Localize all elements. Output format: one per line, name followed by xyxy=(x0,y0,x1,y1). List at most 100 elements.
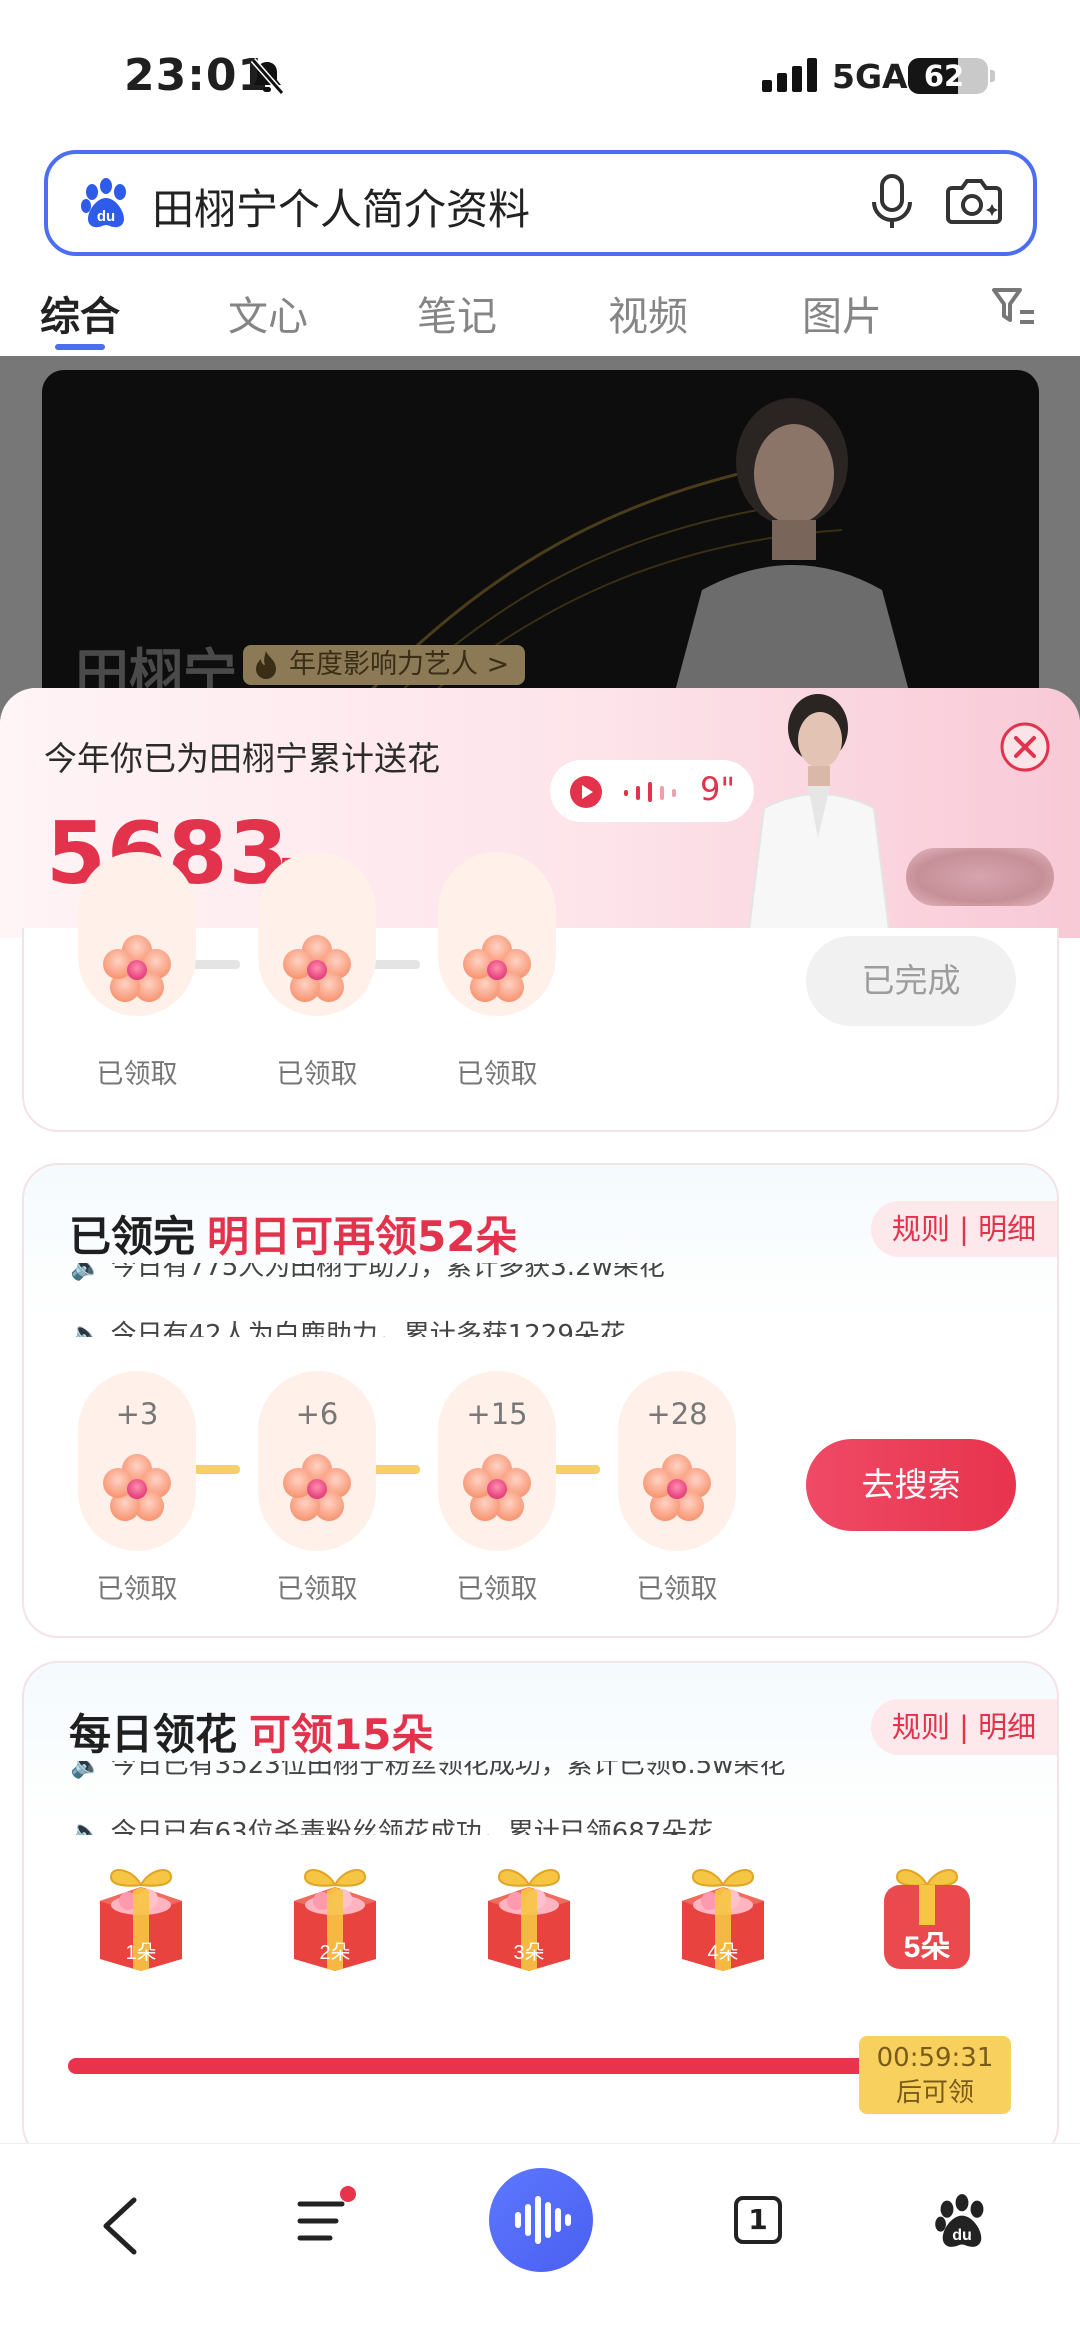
gift-box-label: 1朵 xyxy=(125,1942,156,1964)
flower-slot xyxy=(78,852,196,1016)
flower-icon xyxy=(463,935,531,1002)
tabs-count: 1 xyxy=(734,2196,782,2244)
flower-icon xyxy=(283,1454,351,1521)
card-title-main: 已领完 xyxy=(69,1212,196,1261)
flower-amount: +3 xyxy=(115,1397,159,1431)
flower-icon xyxy=(283,935,351,1002)
card-title-main: 每日领花 xyxy=(69,1710,238,1759)
ticker-top: 🔈 今日已有3523位田栩宁粉丝领花成功，累计已领6.5w朵花 xyxy=(70,1761,785,1781)
ticker-top-text: 今日已有3523位田栩宁粉丝领花成功，累计已领6.5w朵花 xyxy=(110,1761,786,1780)
flower-icon xyxy=(463,1454,531,1521)
gift-box-icon[interactable]: 3朵 xyxy=(474,1855,584,1975)
filter-icon[interactable] xyxy=(990,286,1038,330)
gift-total-title: 今年你已为田栩宁累计送花 xyxy=(44,739,440,778)
card-title: 每日领花 可领15朵 xyxy=(69,1701,433,1762)
flower-gift-sheet: 今年你已为田栩宁累计送花 5683 朵 9" xyxy=(0,688,1080,2347)
menu-icon[interactable] xyxy=(296,2196,348,2246)
flower-icon xyxy=(103,1454,171,1521)
gift-box-label: 4朵 xyxy=(707,1942,738,1964)
slot-status: 已领取 xyxy=(456,1574,538,1605)
influence-badge-label: 年度影响力艺人 > xyxy=(289,649,510,680)
bottom-navigation: 1 du xyxy=(0,2143,1080,2347)
tab-video[interactable]: 视频 xyxy=(608,284,688,342)
slot-status: 已领取 xyxy=(96,1574,178,1605)
play-icon xyxy=(570,776,602,808)
card-title-highlight: 可领15朵 xyxy=(249,1710,434,1759)
app-root: 23:01 5GA 62 du 田栩宁个人简介资料 综合 文心 笔记 视频 图片… xyxy=(0,0,1080,2347)
battery-level: 62 xyxy=(923,59,965,93)
gift-box-label: 3朵 xyxy=(513,1942,544,1964)
gift-box-label: 2朵 xyxy=(319,1942,350,1964)
gift-box-icon[interactable]: 1朵 xyxy=(86,1855,196,1975)
slot-status: 已领取 xyxy=(636,1574,718,1605)
network-label: 5GA xyxy=(832,57,908,96)
status-time: 23:01 xyxy=(124,50,270,101)
svg-text:du: du xyxy=(952,2226,972,2244)
close-icon[interactable] xyxy=(998,720,1052,774)
tab-active-indicator xyxy=(55,344,105,350)
voice-icon xyxy=(515,2196,571,2244)
celebrity-figure xyxy=(746,694,892,938)
completed-button[interactable]: 已完成 xyxy=(806,936,1016,1026)
task-card-completed: 已领取 已领取 已领取 已完成 xyxy=(22,852,1059,1132)
mic-icon[interactable] xyxy=(870,172,914,232)
slot-status: 已领取 xyxy=(456,1059,538,1090)
search-flower-card: 已领完 明日可再领52朵 规则 | 明细 🔈 今日有775人为田栩宁助力，累计多获… xyxy=(22,1163,1059,1638)
influence-badge[interactable]: 年度影响力艺人 > xyxy=(243,645,526,685)
signal-icon xyxy=(762,58,817,92)
flower-slot: +15 xyxy=(438,1371,556,1551)
ticker-bottom-text: 今日已有63位杀毒粉丝领花成功，累计已领687朵花 xyxy=(110,1818,714,1835)
tab-wenxin[interactable]: 文心 xyxy=(228,284,308,342)
flower-slot xyxy=(438,852,556,1016)
countdown-tag: 00:59:31 后可领 xyxy=(859,2036,1011,2114)
flower-slot: +6 xyxy=(258,1371,376,1551)
flower-amount: +15 xyxy=(466,1397,528,1431)
countdown-caption: 后可领 xyxy=(895,2078,974,2108)
rules-details-link[interactable]: 规则 | 明细 xyxy=(871,1699,1057,1755)
daily-flower-card: 每日领花 可领15朵 规则 | 明细 🔈 今日已有3523位田栩宁粉丝领花成功，累… xyxy=(22,1661,1059,2161)
tab-notes[interactable]: 笔记 xyxy=(417,284,497,342)
search-query[interactable]: 田栩宁个人简介资料 xyxy=(152,176,530,237)
search-tabs: 综合 文心 笔记 视频 图片 xyxy=(0,270,1080,356)
baidu-home-icon[interactable]: du xyxy=(932,2192,992,2252)
flower-slot xyxy=(258,852,376,1016)
ticker-bottom-text: 今日有42人为白鹿助力，累计多获1229朵花 xyxy=(110,1320,626,1337)
search-bar[interactable]: du 田栩宁个人简介资料 xyxy=(44,150,1037,256)
countdown-time: 00:59:31 xyxy=(876,2043,994,2073)
battery-indicator: 62 xyxy=(908,58,995,94)
ticker-top-text: 今日有775人为田栩宁助力，累计多获3.2w朵花 xyxy=(110,1263,665,1282)
baidu-paw-icon: du xyxy=(81,178,126,228)
daily-progress-fill xyxy=(68,2058,896,2074)
gift-box-icon[interactable]: 5朵 xyxy=(872,1855,982,1975)
gift-box-label: 5朵 xyxy=(904,1931,951,1964)
ticker-top: 🔈 今日有775人为田栩宁助力，累计多获3.2w朵花 xyxy=(70,1263,665,1283)
flower-amount: +28 xyxy=(646,1397,708,1431)
battery-nub xyxy=(990,70,995,82)
flower-slot: +28 xyxy=(618,1371,736,1551)
gift-box-icon[interactable]: 2朵 xyxy=(280,1855,390,1975)
back-icon[interactable] xyxy=(98,2196,142,2256)
notification-dot xyxy=(340,2186,356,2202)
fire-icon xyxy=(256,651,276,679)
slot-status: 已领取 xyxy=(96,1059,178,1090)
ticker-bottom: 🔈 今日已有63位杀毒粉丝领花成功，累计已领687朵花 xyxy=(70,1813,713,1835)
flower-slot: +3 xyxy=(78,1371,196,1551)
voice-search-button[interactable] xyxy=(489,2168,593,2272)
sound-wave-icon xyxy=(624,782,676,802)
slot-status: 已领取 xyxy=(276,1059,358,1090)
status-bar: 23:01 5GA 62 xyxy=(0,0,1080,150)
voice-duration: 9" xyxy=(700,770,736,808)
gift-box-icon[interactable]: 4朵 xyxy=(668,1855,778,1975)
slot-status: 已领取 xyxy=(276,1574,358,1605)
camera-search-icon[interactable] xyxy=(944,174,1004,230)
rules-details-link[interactable]: 规则 | 明细 xyxy=(871,1201,1057,1257)
go-search-button[interactable]: 去搜索 xyxy=(806,1439,1016,1531)
voice-message-pill[interactable]: 9" xyxy=(550,760,754,822)
flower-amount: +6 xyxy=(295,1397,339,1431)
svg-text:du: du xyxy=(97,208,115,225)
tab-comprehensive[interactable]: 综合 xyxy=(40,284,120,342)
bell-muted-icon xyxy=(250,58,284,95)
blurred-action-pill[interactable] xyxy=(906,848,1054,906)
tab-images[interactable]: 图片 xyxy=(802,284,882,342)
flower-icon xyxy=(103,935,171,1002)
